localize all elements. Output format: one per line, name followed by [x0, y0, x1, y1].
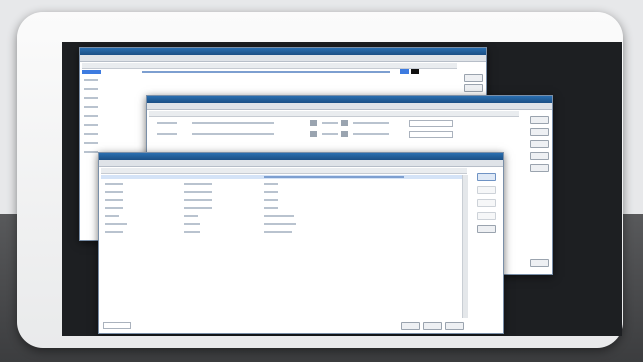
front-window-button[interactable] — [477, 225, 496, 233]
front-window-row-value[interactable] — [264, 207, 278, 209]
middle-window-row-value[interactable] — [322, 122, 338, 124]
middle-window-row-name[interactable] — [157, 133, 177, 135]
front-window-scrollbar[interactable] — [462, 175, 468, 318]
back-window-titlebar[interactable] — [80, 48, 486, 55]
back-window-list-item[interactable] — [84, 151, 98, 153]
middle-window-row-icon — [341, 120, 348, 126]
back-window-list-item[interactable] — [84, 97, 98, 99]
front-window-cancel-button[interactable] — [423, 322, 442, 330]
back-window-swatch-black — [411, 69, 419, 74]
front-window-button[interactable] — [477, 186, 496, 194]
tablet-screen — [62, 42, 622, 336]
middle-window-titlebar[interactable] — [147, 96, 552, 103]
middle-window-row-field[interactable] — [409, 120, 453, 127]
front-window-row-value[interactable] — [264, 223, 296, 225]
front-window-row-name[interactable] — [105, 207, 123, 209]
front-window-row-type[interactable] — [184, 231, 200, 233]
middle-window-button[interactable] — [530, 140, 549, 148]
middle-window-caption — [147, 103, 552, 110]
middle-window-row-icon — [310, 120, 317, 126]
front-window-row-name[interactable] — [105, 223, 127, 225]
middle-window-row-icon — [310, 131, 317, 137]
middle-window-row-icon — [341, 131, 348, 137]
front-window-row-type[interactable] — [184, 183, 212, 185]
front-window-titlebar[interactable] — [99, 153, 503, 160]
front-window-row-value[interactable] — [264, 191, 278, 193]
front-window-row-name[interactable] — [105, 191, 123, 193]
middle-window-button[interactable] — [530, 164, 549, 172]
front-window-row-type[interactable] — [184, 199, 212, 201]
front-window-status-field[interactable] — [103, 322, 131, 329]
front-window[interactable] — [98, 152, 504, 334]
middle-window-button[interactable] — [530, 152, 549, 160]
back-window-swatch-blue — [400, 69, 409, 74]
tablet-frame — [17, 12, 623, 348]
middle-window-row-value[interactable] — [353, 133, 389, 135]
back-window-button[interactable] — [464, 84, 483, 92]
back-window-list-item[interactable] — [84, 133, 98, 135]
middle-window-row-field[interactable] — [409, 131, 453, 138]
front-window-button[interactable] — [477, 199, 496, 207]
back-window-button[interactable] — [464, 74, 483, 82]
middle-window-button[interactable] — [530, 128, 549, 136]
front-window-row-name[interactable] — [105, 183, 123, 185]
front-window-row-name[interactable] — [105, 231, 123, 233]
back-window-selected-row[interactable] — [82, 70, 101, 74]
back-window-list-item[interactable] — [84, 79, 98, 81]
front-window-row-name[interactable] — [105, 199, 123, 201]
front-window-row-type[interactable] — [184, 207, 212, 209]
front-window-row-value[interactable] — [264, 183, 278, 185]
back-window-caption — [80, 55, 486, 62]
middle-window-button[interactable] — [530, 116, 549, 124]
front-window-column-header — [101, 168, 467, 174]
middle-window-row-description[interactable] — [192, 122, 274, 124]
middle-window-column-header — [149, 111, 519, 117]
middle-window-row-value[interactable] — [353, 122, 389, 124]
front-window-row-type[interactable] — [184, 223, 200, 225]
middle-window-row-description[interactable] — [192, 133, 274, 135]
back-window-list-item[interactable] — [84, 115, 98, 117]
middle-window-row-name[interactable] — [157, 122, 177, 124]
back-window-list-item[interactable] — [84, 124, 98, 126]
front-window-button[interactable] — [477, 212, 496, 220]
front-window-button-add[interactable] — [477, 173, 496, 181]
front-window-row-highlight-text[interactable] — [264, 176, 404, 178]
front-window-row-value[interactable] — [264, 231, 292, 233]
front-window-row-name[interactable] — [105, 215, 119, 217]
back-window-row[interactable] — [142, 71, 390, 73]
middle-window-button[interactable] — [530, 259, 549, 267]
back-window-list-item[interactable] — [84, 106, 98, 108]
front-window-row-type[interactable] — [184, 215, 198, 217]
front-window-row-type[interactable] — [184, 191, 212, 193]
back-window-list-item[interactable] — [84, 88, 98, 90]
back-window-list-item[interactable] — [84, 142, 98, 144]
middle-window-row-value[interactable] — [322, 133, 338, 135]
front-window-row-value[interactable] — [264, 199, 278, 201]
front-window-ok-button[interactable] — [401, 322, 420, 330]
front-window-row-value[interactable] — [264, 215, 294, 217]
front-window-caption — [99, 160, 503, 167]
front-window-help-button[interactable] — [445, 322, 464, 330]
